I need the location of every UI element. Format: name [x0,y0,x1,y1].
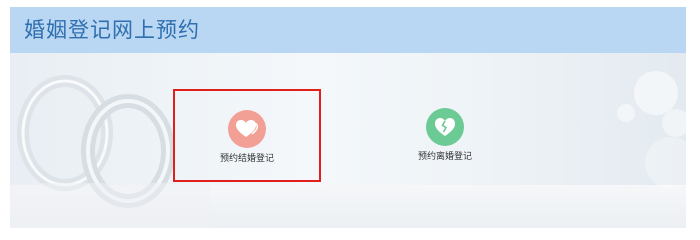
reserve-divorce-option[interactable]: 预约离婚登记 [371,89,519,182]
hero-banner: 预约结婚登记 预约离婚登记 [10,53,686,228]
header-bar: 婚姻登记网上预约 [10,7,686,53]
marriage-icon-circle [228,110,266,148]
reserve-divorce-label: 预约离婚登记 [417,152,472,162]
bokeh-lights-illustration [617,71,686,189]
reserve-marriage-option[interactable]: 预约结婚登记 [173,89,321,182]
reserve-marriage-label: 预约结婚登记 [219,154,274,164]
page-title: 婚姻登记网上预约 [24,18,200,42]
divorce-icon-circle [426,108,464,146]
broken-heart-icon [435,118,455,136]
appointment-panel: 婚姻登记网上预约 预约结婚登记 预约离婚登记 [10,7,686,228]
hearts-icon [236,120,258,137]
